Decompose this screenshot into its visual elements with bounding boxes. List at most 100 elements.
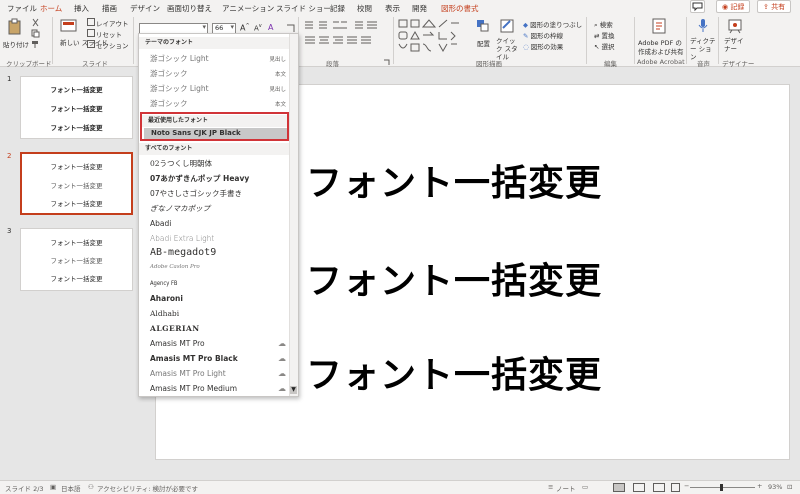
- font-option[interactable]: AB-megadot9: [150, 247, 216, 258]
- section-button[interactable]: セクション: [96, 40, 129, 50]
- zoom-out-icon[interactable]: −: [684, 482, 689, 490]
- scroll-down-arrow-icon[interactable]: ▼: [290, 386, 297, 394]
- arrange-button[interactable]: 配置: [477, 38, 490, 48]
- tab-design[interactable]: デザイン: [130, 3, 160, 14]
- slideshow-view-icon[interactable]: [671, 483, 680, 492]
- designer-icon[interactable]: [728, 18, 742, 34]
- fit-to-window-icon[interactable]: ⊡: [787, 483, 792, 491]
- paragraph-dialog-launcher-icon[interactable]: [383, 59, 390, 66]
- tab-transitions[interactable]: 画面切り替え: [167, 3, 212, 14]
- font-role-tag: 本文: [274, 102, 286, 108]
- font-option[interactable]: Amasis MT Pro: [150, 339, 205, 348]
- tab-animations[interactable]: アニメーション: [222, 3, 274, 14]
- thumbnail-text: フォント一括変更: [50, 105, 103, 113]
- dropdown-scrollbar[interactable]: ▼: [289, 34, 298, 396]
- font-option[interactable]: Agency FB: [150, 279, 178, 287]
- tab-draw[interactable]: 描画: [102, 3, 117, 14]
- tab-view[interactable]: 表示: [385, 3, 400, 14]
- select-button[interactable]: ↖ 選択: [594, 41, 615, 51]
- font-dropdown-list[interactable]: テーマのフォント 游ゴシック Light 見出し 游ゴシック 本文 游ゴシック …: [138, 33, 299, 397]
- font-option[interactable]: Amasis MT Pro Black: [150, 354, 238, 363]
- shape-effects-button[interactable]: ◌ 図形の効果: [523, 41, 563, 51]
- arrange-icon[interactable]: [476, 19, 490, 37]
- record-button[interactable]: ◉ 記録: [716, 0, 751, 13]
- tab-shape-format[interactable]: 図形の書式: [441, 3, 479, 14]
- comments-button[interactable]: [690, 0, 705, 13]
- comments-status-icon[interactable]: ▭: [582, 483, 588, 491]
- paste-button[interactable]: 貼り付け: [3, 39, 29, 49]
- font-option[interactable]: 07やさしさゴシック手書き: [150, 188, 242, 199]
- theme-fonts-header: テーマのフォント: [139, 37, 291, 49]
- font-option[interactable]: Adobe Caslon Pro: [150, 264, 200, 270]
- replace-button[interactable]: ⇄ 置換: [594, 30, 615, 40]
- font-option[interactable]: 02うつくし明朝体: [150, 158, 212, 169]
- reset-button[interactable]: リセット: [96, 29, 122, 39]
- font-option[interactable]: 游ゴシック: [150, 98, 188, 109]
- slide-text-line[interactable]: フォント一括変更: [306, 252, 602, 304]
- record-label: 記録: [730, 3, 745, 11]
- paragraph-controls-icon[interactable]: [303, 19, 383, 51]
- slide-thumbnail-2[interactable]: フォント一括変更 フォント一括変更 フォント一括変更: [20, 152, 133, 215]
- microphone-icon[interactable]: [697, 18, 709, 34]
- tab-insert[interactable]: 挿入: [74, 3, 89, 14]
- font-option[interactable]: ALGERIAN: [150, 324, 200, 333]
- font-option[interactable]: 07あかずきんポップ Heavy: [150, 173, 249, 184]
- zoom-slider-thumb[interactable]: [720, 484, 723, 491]
- shape-fill-button[interactable]: ◆ 図形の塗りつぶし: [523, 19, 582, 29]
- tab-record[interactable]: 記録: [330, 3, 345, 14]
- font-option[interactable]: Abadi Extra Light: [150, 234, 214, 243]
- language-indicator[interactable]: 日本語: [61, 483, 81, 493]
- font-option[interactable]: Amasis MT Pro Medium: [150, 384, 237, 393]
- slide-sorter-view-icon[interactable]: [633, 483, 645, 492]
- format-painter-icon[interactable]: [31, 40, 40, 49]
- notes-button[interactable]: ノート: [556, 483, 576, 493]
- spell-check-icon[interactable]: ▣: [50, 483, 56, 491]
- copy-icon[interactable]: [31, 29, 40, 38]
- find-button[interactable]: ⌕ 検索: [594, 19, 613, 30]
- zoom-level[interactable]: 93%: [768, 483, 782, 491]
- slide-thumbnail-1[interactable]: フォント一括変更 フォント一括変更 フォント一括変更: [20, 76, 133, 139]
- font-option[interactable]: Aharoni: [150, 294, 183, 303]
- accessibility-status[interactable]: アクセシビリティ: 検討が必要です: [97, 483, 198, 493]
- search-icon: ⌕: [594, 21, 598, 29]
- normal-view-icon[interactable]: [613, 483, 625, 492]
- acrobat-pdf-icon[interactable]: [652, 18, 667, 34]
- slide-text-line[interactable]: フォント一括変更: [306, 346, 602, 398]
- font-size-value: 66: [215, 24, 224, 32]
- font-dialog-launcher-icon[interactable]: [286, 24, 295, 33]
- clear-formatting-icon[interactable]: A: [268, 23, 273, 32]
- shrink-font-icon[interactable]: Av: [254, 23, 262, 32]
- zoom-in-icon[interactable]: +: [757, 482, 762, 490]
- shape-outline-button[interactable]: ✎ 図形の枠線: [523, 30, 563, 40]
- recent-font-option[interactable]: Noto Sans CJK JP Black: [144, 128, 287, 139]
- tab-home[interactable]: ホーム: [40, 3, 63, 17]
- font-option[interactable]: ぎなノマカポップ: [150, 203, 210, 214]
- group-label-clipboard: クリップボード: [6, 60, 52, 68]
- layout-button[interactable]: レイアウト: [96, 18, 129, 28]
- cut-icon[interactable]: [31, 18, 40, 27]
- font-option[interactable]: Amasis MT Pro Light: [150, 369, 226, 378]
- shape-outline-icon: ✎: [523, 32, 529, 40]
- quick-styles-icon[interactable]: [500, 18, 514, 34]
- create-pdf-line2[interactable]: 作成および共有: [638, 46, 684, 56]
- font-option[interactable]: Aldhabi: [150, 309, 179, 318]
- paste-icon[interactable]: [6, 18, 24, 36]
- font-option[interactable]: Abadi: [150, 219, 171, 228]
- reading-view-icon[interactable]: [653, 483, 665, 492]
- font-option[interactable]: 游ゴシック Light: [150, 53, 209, 64]
- tab-review[interactable]: 校閲: [357, 3, 372, 14]
- group-label-acrobat: Adobe Acrobat: [637, 58, 685, 66]
- new-slide-icon[interactable]: [60, 18, 78, 34]
- slide-text-line[interactable]: フォント一括変更: [306, 154, 602, 206]
- grow-font-icon[interactable]: A^: [240, 23, 250, 33]
- share-button[interactable]: ⇪ 共有: [757, 0, 792, 13]
- font-option[interactable]: 游ゴシック Light: [150, 83, 209, 94]
- tab-file[interactable]: ファイル: [7, 3, 37, 14]
- select-icon: ↖: [594, 43, 600, 51]
- designer-button[interactable]: デザイ ナー: [724, 37, 746, 53]
- slide-thumbnail-3[interactable]: フォント一括変更 フォント一括変更 フォント一括変更: [20, 228, 133, 291]
- shapes-gallery-icon[interactable]: [397, 18, 465, 54]
- font-option[interactable]: 游ゴシック: [150, 68, 188, 79]
- tab-developer[interactable]: 開発: [412, 3, 427, 14]
- tab-slideshow[interactable]: スライド ショー: [276, 3, 331, 14]
